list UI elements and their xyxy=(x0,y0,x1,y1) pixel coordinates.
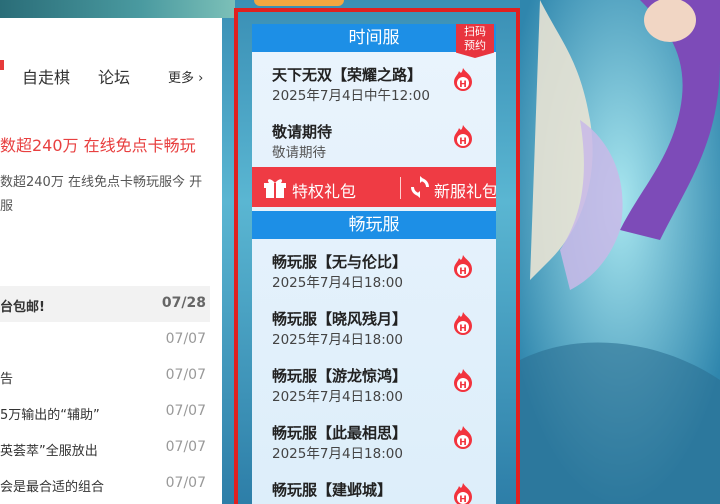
headline-summary: 数超240万 在线免点卡畅玩服今 开服 xyxy=(0,175,203,214)
top-banner-strip xyxy=(0,0,235,18)
server-name: 天下无双【荣耀之路】 xyxy=(272,66,423,84)
more-link[interactable]: 更多 › xyxy=(168,67,203,86)
badge-line: 扫码 xyxy=(464,25,486,38)
section-title: 畅玩服 xyxy=(348,215,400,235)
news-panel: 自走棋 论坛 更多 › 数超240万 在线免点卡畅玩 数超240万 在线免点卡畅… xyxy=(0,18,222,504)
svg-text:H: H xyxy=(459,381,467,391)
character-artwork xyxy=(520,0,720,504)
news-date: 07/28 xyxy=(161,295,206,311)
news-list: 台包邮! 07/28 07/07 告 07/07 5万输出的“辅助” 07/07… xyxy=(0,286,210,502)
badge-line: 预约 xyxy=(464,39,486,52)
svg-text:H: H xyxy=(459,324,467,334)
news-title: 5万输出的“辅助” xyxy=(0,408,100,423)
news-title: 告 xyxy=(0,372,14,387)
server-item[interactable]: 畅玩服【晓风残月】 2025年7月4日18:00 H xyxy=(252,296,496,353)
fire-h-icon: H xyxy=(454,125,472,148)
server-list: 时间服 扫码 预约 天下无双【荣耀之路】 2025年7月4日中午12:00 H … xyxy=(252,24,496,504)
svg-text:H: H xyxy=(459,80,467,90)
news-title: 英荟萃”全服放出 xyxy=(0,444,98,459)
list-item[interactable]: 台包邮! 07/28 xyxy=(0,286,210,322)
fire-h-icon: H xyxy=(454,68,472,91)
news-date: 07/07 xyxy=(165,439,206,455)
server-item[interactable]: 畅玩服【此最相思】 2025年7月4日18:00 H xyxy=(252,410,496,467)
svg-text:H: H xyxy=(459,267,467,277)
server-time: 2025年7月4日18:00 xyxy=(272,275,403,291)
gift-bar: 特权礼包 新服礼包 xyxy=(252,167,496,207)
server-name: 畅玩服【晓风残月】 xyxy=(272,310,408,328)
time-server-header: 时间服 扫码 预约 xyxy=(252,24,496,58)
svg-text:H: H xyxy=(459,438,467,448)
list-item[interactable]: 告 07/07 xyxy=(0,358,210,394)
top-pill-decoration xyxy=(254,0,344,6)
server-item[interactable]: 畅玩服【游龙惊鸿】 2025年7月4日18:00 H xyxy=(252,353,496,410)
nav-item-forum[interactable]: 论坛 xyxy=(98,64,130,88)
server-time: 2025年7月4日18:00 xyxy=(272,389,403,405)
privilege-gift-button[interactable]: 特权礼包 xyxy=(292,178,356,202)
fire-h-icon: H xyxy=(454,312,472,335)
news-date: 07/07 xyxy=(165,367,206,383)
nav-item-autochess[interactable]: 自走棋 xyxy=(22,64,70,88)
server-name: 畅玩服【游龙惊鸿】 xyxy=(272,367,408,385)
play-server-header: 畅玩服 xyxy=(252,211,496,239)
server-time: 敬请期待 xyxy=(272,145,326,161)
fire-h-icon: H xyxy=(454,369,472,392)
server-name: 畅玩服【建邺城】 xyxy=(272,481,393,499)
server-name: 敬请期待 xyxy=(272,123,333,141)
news-date: 07/07 xyxy=(165,331,206,347)
fire-h-icon: H xyxy=(454,255,472,278)
server-name: 畅玩服【此最相思】 xyxy=(272,424,408,442)
server-time: 2025年7月4日中午12:00 xyxy=(272,88,430,104)
refresh-icon xyxy=(411,176,429,198)
list-item[interactable]: 07/07 xyxy=(0,322,210,358)
svg-text:H: H xyxy=(459,137,467,147)
news-date: 07/07 xyxy=(165,475,206,491)
server-item[interactable]: 畅玩服【无与伦比】 2025年7月4日18:00 H xyxy=(252,239,496,296)
fire-h-icon: H xyxy=(454,426,472,449)
news-date: 07/07 xyxy=(165,403,206,419)
list-item[interactable]: 5万输出的“辅助” 07/07 xyxy=(0,394,210,430)
active-tab-marker xyxy=(0,60,4,70)
section-title: 时间服 xyxy=(348,28,400,48)
server-item[interactable]: 敬请期待 敬请期待 H xyxy=(252,109,496,166)
list-item[interactable]: 会是最合适的组合 07/07 xyxy=(0,466,210,502)
new-server-gift-button[interactable]: 新服礼包 xyxy=(434,178,496,202)
divider xyxy=(400,177,401,199)
news-title: 台包邮! xyxy=(0,300,45,315)
headline-link[interactable]: 数超240万 在线免点卡畅玩 xyxy=(0,132,196,156)
server-item[interactable]: 天下无双【荣耀之路】 2025年7月4日中午12:00 H xyxy=(252,52,496,109)
server-item[interactable]: 畅玩服【建邺城】 H xyxy=(252,467,496,504)
server-name: 畅玩服【无与伦比】 xyxy=(272,253,408,271)
list-item[interactable]: 英荟萃”全服放出 07/07 xyxy=(0,430,210,466)
fire-h-icon: H xyxy=(454,483,472,504)
svg-text:H: H xyxy=(459,495,467,504)
server-time: 2025年7月4日18:00 xyxy=(272,446,403,462)
gift-icon xyxy=(264,179,286,198)
news-title: 会是最合适的组合 xyxy=(0,480,105,495)
server-time: 2025年7月4日18:00 xyxy=(272,332,403,348)
